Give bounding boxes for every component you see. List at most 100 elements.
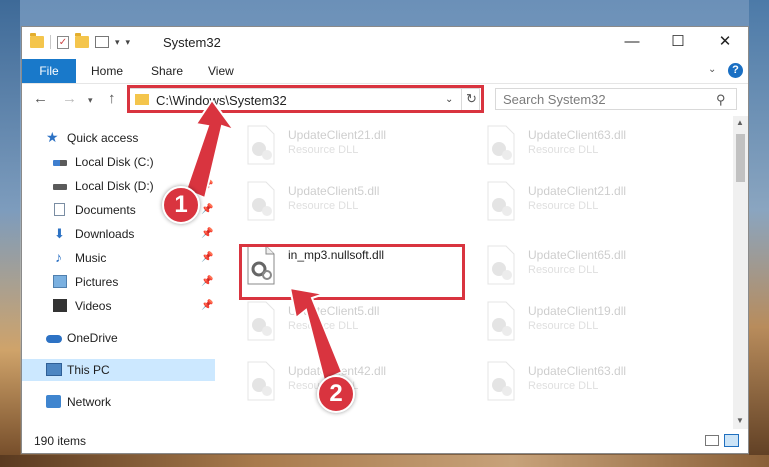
dll-file-icon	[487, 301, 515, 341]
back-button[interactable]: ←	[33, 90, 48, 107]
sidebar-item-label: Documents	[75, 203, 136, 217]
music-icon: ♪	[55, 249, 62, 265]
scroll-thumb[interactable]	[736, 134, 745, 182]
dll-file-icon	[247, 125, 275, 165]
sidebar-item-network[interactable]: Network	[22, 391, 215, 413]
file-name: UpdateClient63.dll	[528, 364, 627, 378]
file-description: Resource DLL	[528, 320, 599, 332]
minimize-button[interactable]: —	[609, 27, 655, 57]
forward-button[interactable]: →	[62, 90, 77, 107]
sidebar-item-label: Videos	[75, 299, 112, 313]
properties-check-icon[interactable]: ✓	[57, 35, 69, 49]
large-icons-view-icon[interactable]	[724, 434, 739, 447]
recent-locations-button[interactable]: ▾	[88, 95, 93, 106]
tab-file[interactable]: File	[22, 59, 76, 83]
sidebar-item-music[interactable]: ♪ Music 📌	[22, 247, 215, 269]
toolbar-divider	[50, 35, 51, 49]
desktop-wallpaper-bottom	[0, 455, 769, 467]
navigation-pane: ★ Quick access Local Disk (C:) 📌 Local D…	[22, 119, 215, 429]
list-item[interactable]: UpdateClient5.dll Resource DLL	[244, 181, 474, 221]
window-title: System32	[163, 35, 221, 50]
file-name: UpdateClient5.dll	[288, 304, 380, 318]
navigation-bar: ← → ▾ ↑ C:\Windows\System32 ⌄ ↻ Search S…	[22, 84, 748, 116]
sidebar-item-label: Local Disk (C:)	[75, 155, 154, 169]
search-box[interactable]: Search System32 ⚲	[495, 88, 737, 110]
sidebar-item-label: OneDrive	[67, 331, 118, 345]
list-item[interactable]: UpdateClient63.dll Resource DLL	[484, 125, 714, 165]
details-view-icon[interactable]	[705, 435, 719, 446]
pin-icon[interactable]: 📌	[201, 252, 213, 263]
toolbar-dropdown-icon[interactable]: ▾	[115, 37, 120, 48]
desktop-wallpaper-right	[749, 0, 769, 467]
network-icon	[46, 395, 61, 408]
maximize-button[interactable]: ☐	[655, 27, 701, 57]
list-item[interactable]: UpdateClient42.dll Resource DLL	[244, 361, 474, 401]
tab-share[interactable]: Share	[151, 59, 183, 83]
sidebar-item-pictures[interactable]: Pictures 📌	[22, 271, 215, 293]
sidebar-item-local-disk-c[interactable]: Local Disk (C:) 📌	[22, 151, 215, 173]
desktop-wallpaper-left	[0, 0, 20, 467]
download-icon: ⬇	[54, 226, 65, 241]
new-folder-icon[interactable]	[75, 33, 89, 48]
expand-ribbon-icon[interactable]: ⌄	[708, 64, 716, 75]
dll-file-icon	[487, 361, 515, 401]
search-icon[interactable]: ⚲	[716, 92, 726, 108]
pin-icon[interactable]: 📌	[201, 276, 213, 287]
drive-icon	[53, 160, 67, 166]
up-button[interactable]: ↑	[108, 90, 116, 107]
sidebar-item-this-pc[interactable]: This PC	[22, 359, 215, 381]
file-name: UpdateClient65.dll	[528, 248, 627, 262]
search-input[interactable]: Search System32	[503, 92, 606, 107]
sidebar-item-label: Network	[67, 395, 112, 409]
tab-view[interactable]: View	[208, 59, 234, 83]
sidebar-item-label: This PC	[67, 363, 110, 377]
toolbar-more-icon[interactable]: ▾	[126, 37, 131, 48]
dll-file-icon	[487, 125, 515, 165]
sidebar-item-downloads[interactable]: ⬇ Downloads 📌	[22, 223, 215, 245]
scroll-down-icon[interactable]: ▼	[736, 416, 744, 425]
dll-file-icon	[247, 301, 275, 341]
computer-icon	[46, 363, 62, 376]
onedrive-cloud-icon	[46, 335, 62, 343]
sidebar-item-label: Local Disk (D:)	[75, 179, 154, 193]
sidebar-item-quick-access[interactable]: ★ Quick access	[22, 127, 215, 149]
help-icon[interactable]: ?	[728, 63, 743, 78]
list-item[interactable]: UpdateClient19.dll Resource DLL	[484, 301, 714, 341]
file-name: UpdateClient19.dll	[528, 304, 627, 318]
step-2-badge: 2	[317, 375, 355, 413]
pin-icon[interactable]: 📌	[201, 180, 213, 191]
list-item[interactable]: UpdateClient65.dll Resource DLL	[484, 245, 714, 285]
sidebar-item-label: Pictures	[75, 275, 119, 289]
videos-icon	[53, 299, 67, 312]
list-item[interactable]: UpdateClient21.dll Resource DLL	[484, 181, 714, 221]
sidebar-item-onedrive[interactable]: OneDrive	[22, 327, 215, 349]
sidebar-item-label: Downloads	[75, 227, 135, 241]
dll-file-icon	[487, 245, 515, 285]
file-description: Resource DLL	[528, 264, 599, 276]
customize-toolbar-icon[interactable]	[95, 36, 109, 48]
dll-file-icon	[487, 181, 515, 221]
pin-icon[interactable]: 📌	[201, 300, 213, 311]
pin-icon[interactable]: 📌	[201, 228, 213, 239]
pictures-icon	[53, 275, 67, 288]
file-name: UpdateClient63.dll	[528, 128, 627, 142]
item-count: 190 items	[34, 434, 87, 448]
star-icon: ★	[46, 129, 59, 145]
close-button[interactable]: ✕	[702, 27, 748, 57]
list-item[interactable]: UpdateClient21.dll Resource DLL	[244, 125, 474, 165]
pin-icon[interactable]: 📌	[201, 204, 213, 215]
ribbon-tabs: File Home Share View ⌄ ?	[22, 59, 748, 84]
file-description: Resource DLL	[288, 144, 359, 156]
dll-file-icon	[247, 361, 275, 401]
file-name: UpdateClient5.dll	[288, 184, 380, 198]
step-1-badge: 1	[162, 186, 200, 224]
sidebar-item-videos[interactable]: Videos 📌	[22, 295, 215, 317]
vertical-scrollbar[interactable]: ▲ ▼	[733, 116, 748, 429]
list-item[interactable]: UpdateClient63.dll Resource DLL	[484, 361, 714, 401]
scroll-up-icon[interactable]: ▲	[736, 118, 744, 127]
file-description: Resource DLL	[288, 320, 359, 332]
folder-icon[interactable]	[30, 33, 44, 48]
tab-home[interactable]: Home	[91, 59, 123, 83]
list-item[interactable]: UpdateClient5.dll Resource DLL	[244, 301, 474, 341]
pin-icon[interactable]: 📌	[201, 156, 213, 167]
